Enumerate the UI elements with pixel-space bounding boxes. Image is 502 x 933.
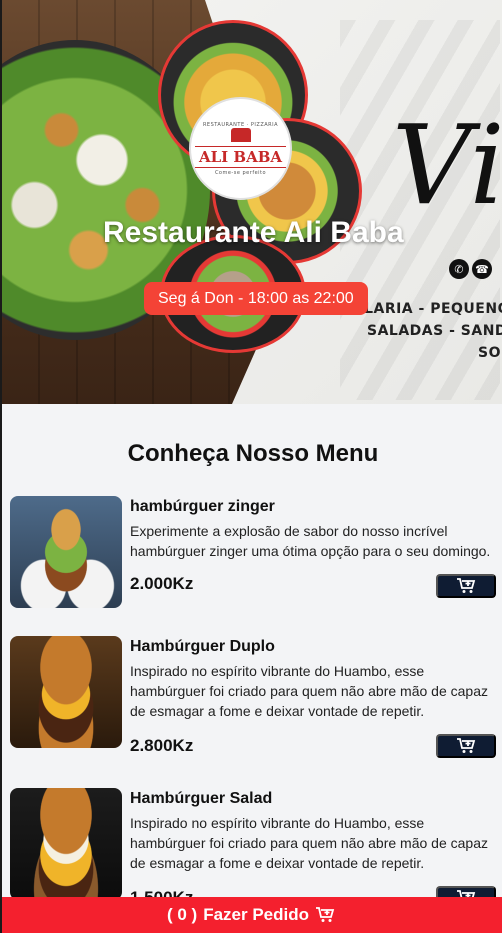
cart-plus-icon xyxy=(457,738,476,753)
add-to-cart-button[interactable] xyxy=(436,734,496,758)
menu-item-image xyxy=(10,496,122,608)
fez-icon xyxy=(230,127,251,142)
menu-item-name: Hambúrguer Duplo xyxy=(130,638,275,655)
script-heading: Vis xyxy=(392,101,502,229)
restaurant-title: Restaurante Ali Baba xyxy=(103,216,404,249)
phone-icon[interactable]: ☎ xyxy=(472,259,492,279)
menu-item: Hambúrguer Salad Inspirado no espírito v… xyxy=(10,788,500,910)
menu-item-description: Inspirado no espírito vibrante do Huambo… xyxy=(130,663,488,719)
tagline-line: SALADAS - SANDES xyxy=(367,323,502,339)
menu-item-description: Experimente a explosão de sabor do nosso… xyxy=(130,523,491,559)
restaurant-logo: RESTAURANTE · PIZZARIA ALI BABA Come-se … xyxy=(189,97,292,200)
menu-item-image xyxy=(10,788,122,900)
menu-item-price: 2.000Kz xyxy=(130,574,194,593)
social-links: ✆ ☎ xyxy=(449,259,492,279)
menu-item-image xyxy=(10,636,122,748)
place-order-label: Fazer Pedido xyxy=(203,905,310,924)
menu-section-title: Conheça Nosso Menu xyxy=(127,440,379,467)
logo-top-text: RESTAURANTE · PIZZARIA xyxy=(202,121,279,128)
cart-plus-icon xyxy=(457,578,476,593)
opening-hours-badge: Seg á Don - 18:00 as 22:00 xyxy=(144,282,368,315)
menu-item-price: 2.800Kz xyxy=(130,736,194,755)
tagline-line: SOI xyxy=(478,345,502,361)
menu-item-description: Inspirado no espírito vibrante do Huambo… xyxy=(130,815,488,871)
place-order-bar[interactable]: ( 0 ) Fazer Pedido xyxy=(0,897,502,933)
menu-item: hambúrguer zinger Experimente a explosão… xyxy=(10,496,500,608)
menu-item-name: hambúrguer zinger xyxy=(130,498,275,515)
logo-slogan: Come-se perfeito xyxy=(214,169,267,176)
cart-count: ( 0 ) xyxy=(166,905,198,924)
tagline-line: ELARIA - PEQUENO A xyxy=(354,301,502,317)
whatsapp-icon[interactable]: ✆ xyxy=(449,259,469,279)
logo-name: ALI BABA xyxy=(194,145,287,168)
hero-banner: RESTAURANTE · PIZZARIA ALI BABA Come-se … xyxy=(0,0,502,404)
cart-plus-icon xyxy=(316,907,335,922)
menu-item-name: Hambúrguer Salad xyxy=(130,790,273,807)
window-edge xyxy=(0,0,2,933)
menu-item: Hambúrguer Duplo Inspirado no espírito v… xyxy=(10,636,500,758)
hero-tagline: ELARIA - PEQUENO A SALADAS - SANDES SOI xyxy=(354,298,502,364)
add-to-cart-button[interactable] xyxy=(436,574,496,598)
